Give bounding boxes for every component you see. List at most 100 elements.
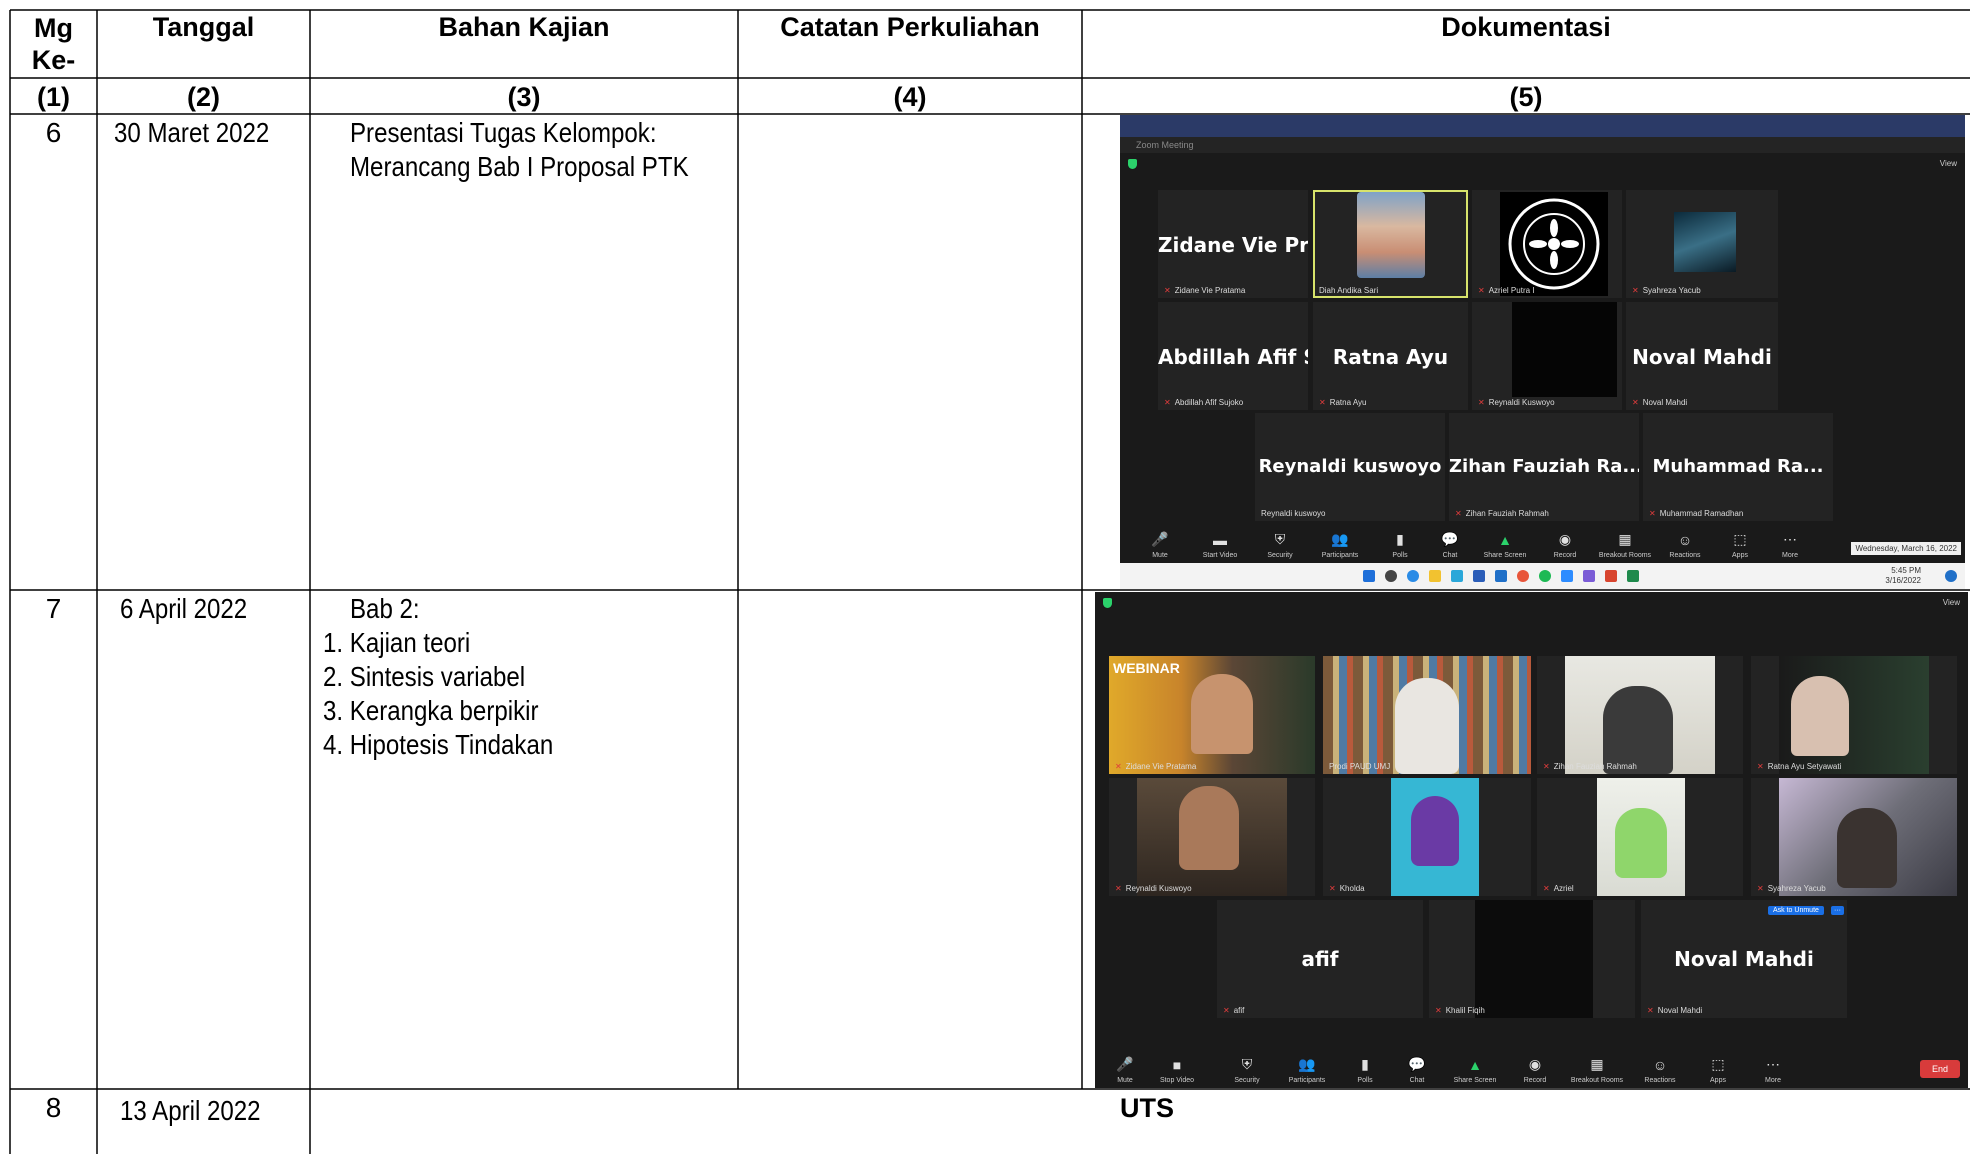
breakout-rooms-button[interactable]: ▦ Breakout Rooms <box>1595 531 1655 559</box>
muted-mic-icon: ✕ <box>1478 286 1485 295</box>
app-icon[interactable] <box>1583 570 1595 582</box>
stop-video-button[interactable]: ■ Stop Video <box>1147 1057 1207 1084</box>
more-icon: ⋯ <box>1783 531 1797 547</box>
participants-button[interactable]: 👥 Participants <box>1277 1056 1337 1084</box>
participant-tile: Abdillah Afif Suj... ✕Abdillah Afif Sujo… <box>1158 302 1308 410</box>
muted-mic-icon: ✕ <box>1319 398 1326 407</box>
participant-tile: WEBINAR ✕ Zidane Vie Pratama <box>1109 656 1315 774</box>
ask-to-unmute-button[interactable]: Ask to Unmute <box>1768 906 1824 915</box>
share-screen-button[interactable]: ▲ Share Screen <box>1475 532 1535 559</box>
row-material-line: 4. Hipotesis Tindakan <box>323 729 554 760</box>
more-button[interactable]: ⋯ More <box>1743 1056 1803 1084</box>
participant-tile: Noval Mahdi ✕ Noval Mahdi <box>1626 302 1778 410</box>
chat-button[interactable]: 💬 Chat <box>1387 1056 1447 1084</box>
participant-name: Zihan Fauziah Ra... <box>1449 456 1639 478</box>
muted-mic-icon: ✕ <box>1632 398 1639 407</box>
start-video-button[interactable]: ▬ Start Video <box>1190 532 1250 559</box>
more-button[interactable]: ⋯ More <box>1760 531 1820 559</box>
app-icon[interactable] <box>1605 570 1617 582</box>
participant-tile: afif ✕ afif <box>1217 900 1423 1018</box>
shield-icon <box>1128 159 1137 169</box>
participant-face <box>1179 786 1239 870</box>
participant-tile: ✕ Zihan Fauziah Rahmah <box>1537 656 1743 774</box>
notification-icon[interactable] <box>1945 570 1957 582</box>
row-material-line: 1. Kajian teori <box>323 627 471 658</box>
col-number-3: (3) <box>507 82 541 112</box>
participants-button[interactable]: 👥 Participants <box>1310 531 1370 559</box>
participant-name: Reynaldi kuswoyo <box>1258 456 1442 478</box>
microphone-icon: 🎤 <box>1116 1056 1134 1072</box>
uts-label: UTS <box>1120 1093 1174 1123</box>
participant-tile: Zidane Vie Prata... ✕Zidane Vie Pratama <box>1158 190 1308 298</box>
polls-button[interactable]: ▮ Polls <box>1335 1056 1395 1084</box>
microphone-icon: 🎤 <box>1151 531 1169 547</box>
record-button[interactable]: ◉ Record <box>1535 531 1595 559</box>
participant-tile: Ratna Ayu ✕ Ratna Ayu <box>1313 302 1468 410</box>
participant-tile: Diah Andika Sari <box>1313 190 1468 298</box>
end-meeting-button[interactable]: End <box>1920 1060 1960 1078</box>
muted-mic-icon: ✕ <box>1757 762 1764 771</box>
col-number-2: (2) <box>187 82 220 112</box>
muted-mic-icon: ✕ <box>1647 1006 1654 1015</box>
col-number-5: (5) <box>1509 82 1543 112</box>
excel-icon[interactable] <box>1627 570 1639 582</box>
participant-face <box>1603 686 1673 774</box>
reactions-button[interactable]: ☺ Reactions <box>1655 532 1715 559</box>
participant-label: ✕ Syahreza Yacub <box>1757 884 1826 893</box>
search-icon[interactable] <box>1385 570 1397 582</box>
more-options-button[interactable]: ··· <box>1831 906 1844 915</box>
mail-icon[interactable] <box>1495 570 1507 582</box>
participant-face <box>1395 678 1459 774</box>
reactions-icon: ☺ <box>1652 1057 1668 1073</box>
security-button[interactable]: ⛨ Security <box>1250 531 1310 559</box>
view-label: View <box>1939 159 1957 168</box>
word-icon[interactable] <box>1473 570 1485 582</box>
participant-tile: ✕ Kholda <box>1323 778 1531 896</box>
zoom-toolbar: 🎤 Mute ■ Stop Video ⛨ Security 👥 Participant… <box>1095 1044 1968 1088</box>
spotify-icon[interactable] <box>1539 570 1551 582</box>
participants-icon: 👥 <box>1331 531 1349 547</box>
zoom-screenshot-1: Zoom Meeting View Zidane Vie Prata... ✕Z… <box>1120 115 1965 589</box>
row-material-line: Bab 2: <box>350 593 420 624</box>
row-week: 7 <box>45 593 62 624</box>
participant-name: Noval Mahdi <box>1674 947 1814 972</box>
mute-button[interactable]: 🎤 Mute <box>1095 1056 1155 1084</box>
security-button[interactable]: ⛨ Security <box>1217 1056 1277 1084</box>
windows-start-icon[interactable] <box>1363 570 1375 582</box>
row-date: 6 April 2022 <box>120 593 248 624</box>
zoom-icon[interactable] <box>1561 570 1573 582</box>
edge-icon[interactable] <box>1407 570 1419 582</box>
muted-mic-icon: ✕ <box>1435 1006 1442 1015</box>
col-number-4: (4) <box>893 82 927 112</box>
chat-button[interactable]: 💬 Chat <box>1420 531 1480 559</box>
participant-label: ✕ Reynaldi Kuswoyo <box>1478 398 1555 407</box>
record-button[interactable]: ◉ Record <box>1505 1056 1565 1084</box>
participant-label: ✕ Noval Mahdi <box>1647 1006 1703 1015</box>
participant-label: ✕ Azriel Putra I <box>1478 286 1535 295</box>
participant-label: ✕ Kholda <box>1329 884 1365 893</box>
participant-tile: Prodi PAUD UMJ <box>1323 656 1531 774</box>
muted-mic-icon: ✕ <box>1115 884 1122 893</box>
muted-mic-icon: ✕ <box>1115 762 1122 771</box>
participant-tile: ✕ Ratna Ayu Setyawati <box>1751 656 1957 774</box>
share-screen-icon: ▲ <box>1468 1057 1482 1073</box>
breakout-rooms-button[interactable]: ▦ Breakout Rooms <box>1567 1056 1627 1084</box>
mute-button[interactable]: 🎤 Mute <box>1130 531 1190 559</box>
participant-label: ✕ Ratna Ayu <box>1319 398 1367 407</box>
row-material-line: Presentasi Tugas Kelompok: <box>350 117 657 148</box>
reactions-button[interactable]: ☺ Reactions <box>1630 1057 1690 1084</box>
apps-button[interactable]: ⬚ Apps <box>1688 1056 1748 1084</box>
participant-label: ✕ Reynaldi Kuswoyo <box>1115 884 1192 893</box>
share-screen-button[interactable]: ▲ Share Screen <box>1445 1057 1505 1084</box>
participant-video <box>1475 900 1593 1018</box>
participant-face <box>1615 808 1667 878</box>
zoom-toolbar: 🎤 Mute ▬ Start Video ⛨ Security 👥 Participan… <box>1120 527 1965 563</box>
reactions-icon: ☺ <box>1677 532 1693 548</box>
file-explorer-icon[interactable] <box>1429 570 1441 582</box>
chrome-icon[interactable] <box>1517 570 1529 582</box>
participant-name: Muhammad Ra... <box>1652 456 1824 478</box>
apps-icon: ⬚ <box>1711 1056 1725 1072</box>
muted-mic-icon: ✕ <box>1478 398 1485 407</box>
header-week: Mg Ke- <box>31 13 76 75</box>
app-icon[interactable] <box>1451 570 1463 582</box>
